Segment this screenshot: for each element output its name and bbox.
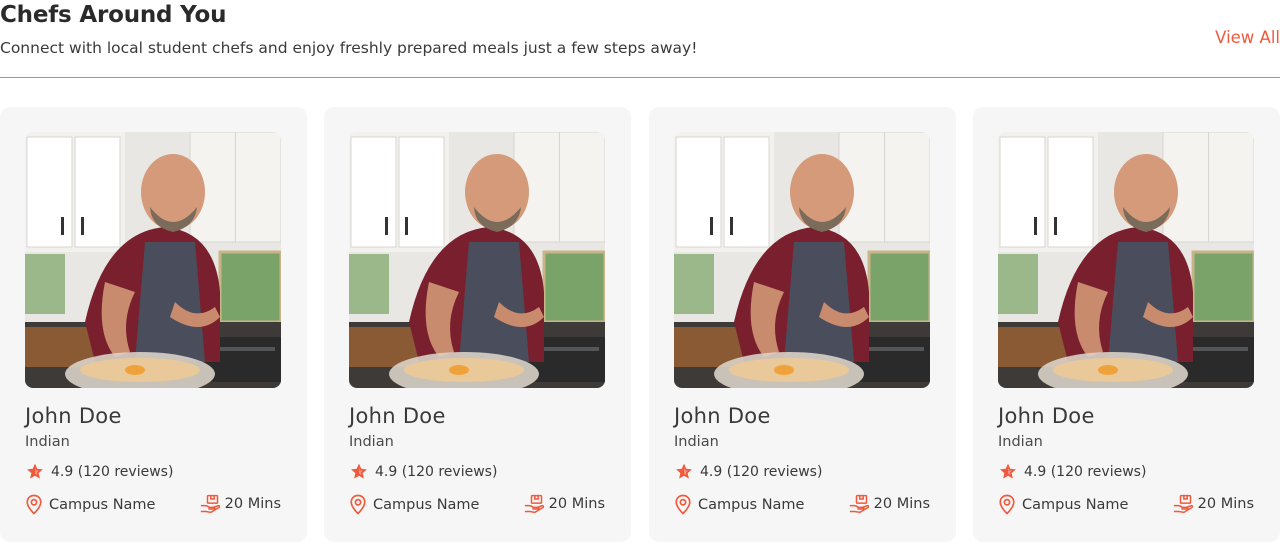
chef-cuisine: Indian [349, 434, 394, 450]
chef-delivery-time: 20 Mins [1172, 494, 1254, 514]
chef-cuisine: Indian [25, 434, 70, 450]
chef-name[interactable]: John Doe [998, 404, 1095, 428]
chef-photo[interactable] [998, 132, 1254, 388]
chef-name[interactable]: John Doe [349, 404, 446, 428]
map-pin-icon [26, 494, 42, 515]
location-text: Campus Name [373, 496, 480, 513]
chef-rating: 4.9 (120 reviews) [349, 462, 497, 481]
chef-delivery-time: 20 Mins [199, 494, 281, 514]
chef-rating: 4.9 (120 reviews) [25, 462, 173, 481]
chef-card[interactable]: John Doe Indian 4.9 (120 reviews) Campus… [649, 107, 956, 542]
time-text: 20 Mins [873, 496, 930, 512]
chef-location: Campus Name [998, 494, 1128, 515]
chef-name[interactable]: John Doe [674, 404, 771, 428]
time-text: 20 Mins [1197, 496, 1254, 512]
delivery-hand-icon [524, 494, 544, 514]
map-pin-icon [999, 494, 1015, 515]
chef-delivery-time: 20 Mins [848, 494, 930, 514]
chef-card[interactable]: John Doe Indian 4.9 (120 reviews) Campus… [0, 107, 307, 542]
chef-location: Campus Name [25, 494, 155, 515]
chef-cuisine: Indian [998, 434, 1043, 450]
chef-photo[interactable] [25, 132, 281, 388]
chef-card[interactable]: John Doe Indian 4.9 (120 reviews) Campus… [324, 107, 631, 542]
location-text: Campus Name [49, 496, 156, 513]
chef-name[interactable]: John Doe [25, 404, 122, 428]
chef-card[interactable]: John Doe Indian 4.9 (120 reviews) Campus… [973, 107, 1280, 542]
map-pin-icon [350, 494, 366, 515]
chef-cards-row: John Doe Indian 4.9 (120 reviews) Campus… [0, 107, 1280, 542]
chef-location: Campus Name [674, 494, 804, 515]
section-header: Chefs Around You Connect with local stud… [0, 0, 1280, 78]
star-icon [351, 463, 367, 479]
rating-text: 4.9 (120 reviews) [1024, 463, 1147, 480]
rating-text: 4.9 (120 reviews) [51, 463, 174, 480]
chef-rating: 4.9 (120 reviews) [998, 462, 1146, 481]
star-icon [676, 463, 692, 479]
rating-text: 4.9 (120 reviews) [375, 463, 498, 480]
view-all-link[interactable]: View All [1215, 28, 1280, 47]
chef-rating: 4.9 (120 reviews) [674, 462, 822, 481]
chef-photo[interactable] [349, 132, 605, 388]
delivery-hand-icon [200, 494, 220, 514]
delivery-hand-icon [1173, 494, 1193, 514]
section-title: Chefs Around You [0, 2, 227, 28]
chef-cuisine: Indian [674, 434, 719, 450]
delivery-hand-icon [849, 494, 869, 514]
chef-photo[interactable] [674, 132, 930, 388]
chef-location: Campus Name [349, 494, 479, 515]
time-text: 20 Mins [548, 496, 605, 512]
section-subtitle: Connect with local student chefs and enj… [0, 39, 698, 57]
rating-text: 4.9 (120 reviews) [700, 463, 823, 480]
map-pin-icon [675, 494, 691, 515]
star-icon [27, 463, 43, 479]
star-icon [1000, 463, 1016, 479]
location-text: Campus Name [698, 496, 805, 513]
location-text: Campus Name [1022, 496, 1129, 513]
chef-delivery-time: 20 Mins [523, 494, 605, 514]
time-text: 20 Mins [224, 496, 281, 512]
